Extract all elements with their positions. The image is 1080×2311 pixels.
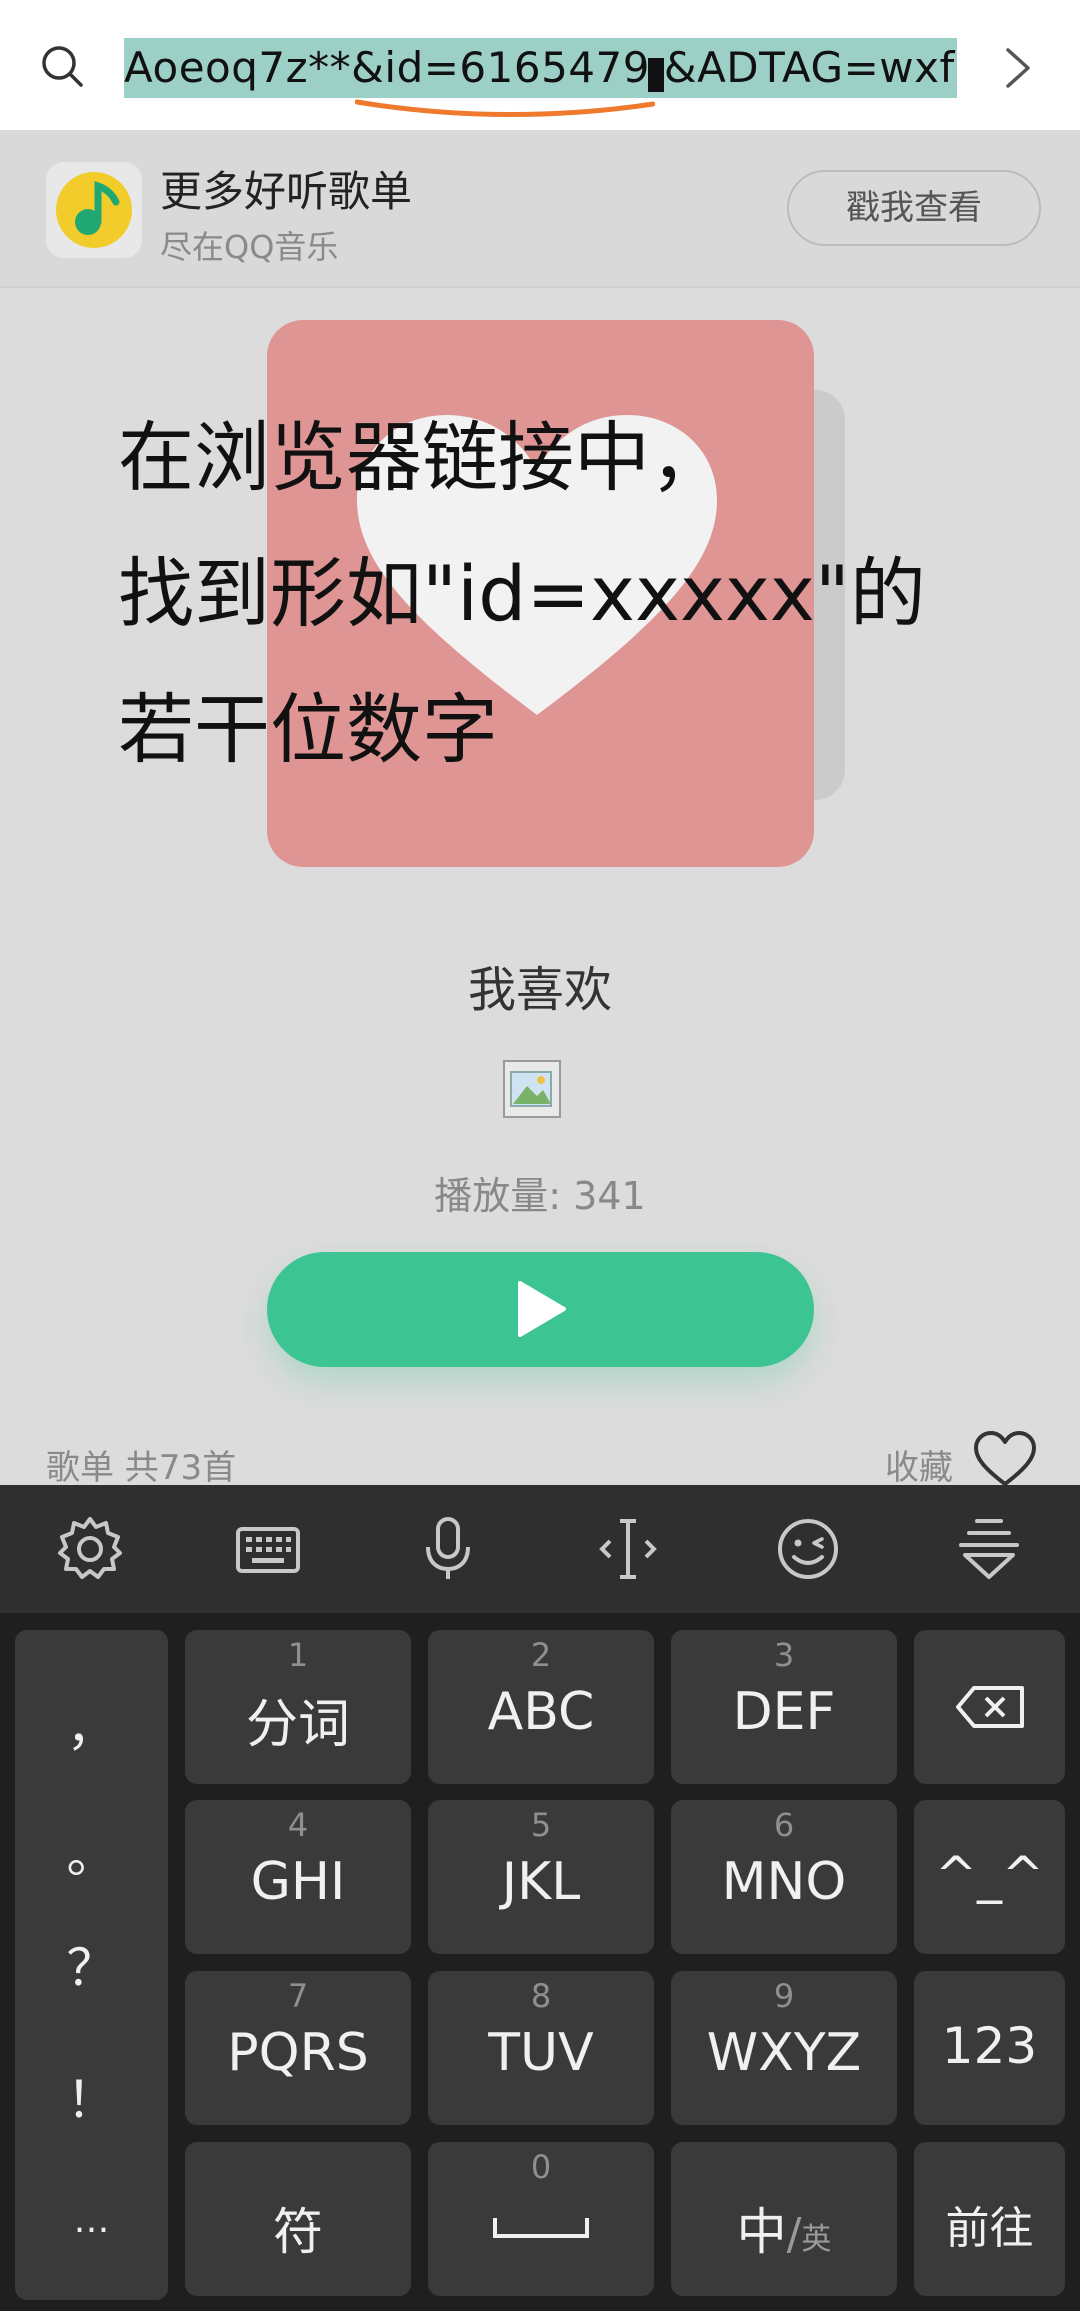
view-more-button[interactable]: 戳我查看 <box>787 170 1041 246</box>
settings-icon[interactable] <box>54 1513 126 1585</box>
backspace-key[interactable] <box>914 1630 1065 1784</box>
key-3[interactable]: 3 DEF <box>671 1630 897 1784</box>
play-count: 播放量: 341 <box>434 1174 646 1218</box>
play-icon <box>518 1281 566 1337</box>
playlist-page: 在浏览器链接中， 找到形如"id=xxxxx"的 若干位数字 我喜欢 播放量: … <box>0 290 1080 1488</box>
keyboard-keys: ， 。 ？ ！ … 1 分词 2 ABC 3 DEF 4 GHI 5 JKL 6… <box>0 1613 1080 2311</box>
instruction-line: 找到形如"id=xxxxx"的 <box>118 549 926 638</box>
banner-title: 更多好听歌单 <box>160 167 413 216</box>
play-all-button[interactable] <box>267 1252 814 1367</box>
key-6[interactable]: 6 MNO <box>671 1800 897 1954</box>
url-input[interactable]: Aoeoq7z**&id=6165479 &ADTAG=wxf <box>124 38 957 98</box>
hide-keyboard-icon[interactable] <box>953 1513 1025 1585</box>
numbers-key[interactable]: 123 <box>914 1971 1065 2125</box>
punct-key[interactable]: ， <box>15 1688 168 1760</box>
key-2[interactable]: 2 ABC <box>428 1630 654 1784</box>
chevron-right-icon[interactable] <box>1000 44 1036 92</box>
search-icon[interactable] <box>40 44 84 88</box>
emoji-icon[interactable] <box>772 1513 844 1585</box>
banner-subtitle: 尽在QQ音乐 <box>160 228 339 266</box>
playlist-title: 我喜欢 <box>467 962 612 1018</box>
keyboard-icon[interactable] <box>232 1513 304 1585</box>
keyboard-toolbar <box>0 1485 1080 1613</box>
instruction-line: 若干位数字 <box>118 685 498 774</box>
key-8[interactable]: 8 TUV <box>428 1971 654 2125</box>
ime-keyboard: ， 。 ？ ！ … 1 分词 2 ABC 3 DEF 4 GHI 5 JKL 6… <box>0 1485 1080 2311</box>
backspace-icon <box>956 1686 1024 1728</box>
cursor-icon[interactable] <box>592 1513 664 1585</box>
qq-music-app-icon <box>46 162 142 258</box>
symbols-key[interactable]: 符 <box>185 2142 411 2296</box>
go-key[interactable]: 前往 <box>914 2142 1065 2296</box>
heart-outline-icon[interactable] <box>972 1430 1038 1488</box>
instruction-line: 在浏览器链接中， <box>118 413 726 502</box>
key-9[interactable]: 9 WXYZ <box>671 1971 897 2125</box>
url-text: Aoeoq7z**&id=6165479 &ADTAG=wxf <box>124 43 955 92</box>
space-icon <box>493 2218 589 2238</box>
app-promo-banner: 更多好听歌单 尽在QQ音乐 戳我查看 <box>0 130 1080 288</box>
language-switch-key[interactable]: 中/英 <box>671 2142 897 2296</box>
lang-main: 中 <box>736 2203 787 2261</box>
cursor-handle[interactable] <box>648 58 664 92</box>
punct-key[interactable]: 。 <box>15 1815 168 1887</box>
key-7[interactable]: 7 PQRS <box>185 1971 411 2125</box>
space-key[interactable]: 0 <box>428 2142 654 2296</box>
instruction-overlay: 在浏览器链接中， 找到形如"id=xxxxx"的 若干位数字 <box>118 390 1018 798</box>
url-bar: Aoeoq7z**&id=6165479 &ADTAG=wxf <box>0 0 1080 130</box>
emoticon-key[interactable]: ^_^ <box>914 1800 1065 1954</box>
favorite-label[interactable]: 收藏 <box>885 1440 953 1489</box>
key-1[interactable]: 1 分词 <box>185 1630 411 1784</box>
url-underline-annotation <box>355 99 655 117</box>
punct-key[interactable]: … <box>15 2200 168 2241</box>
punctuation-column[interactable]: ， 。 ？ ！ … <box>15 1630 168 2300</box>
lang-alt: 英 <box>801 2222 832 2257</box>
microphone-icon[interactable] <box>412 1513 484 1585</box>
punct-key[interactable]: ！ <box>15 2060 168 2132</box>
song-count: 歌单 共73首 <box>46 1448 237 1488</box>
lang-slash: / <box>786 2209 802 2260</box>
key-5[interactable]: 5 JKL <box>428 1800 654 1954</box>
key-4[interactable]: 4 GHI <box>185 1800 411 1954</box>
punct-key[interactable]: ？ <box>15 1928 168 2000</box>
creator-avatar[interactable] <box>503 1060 561 1118</box>
